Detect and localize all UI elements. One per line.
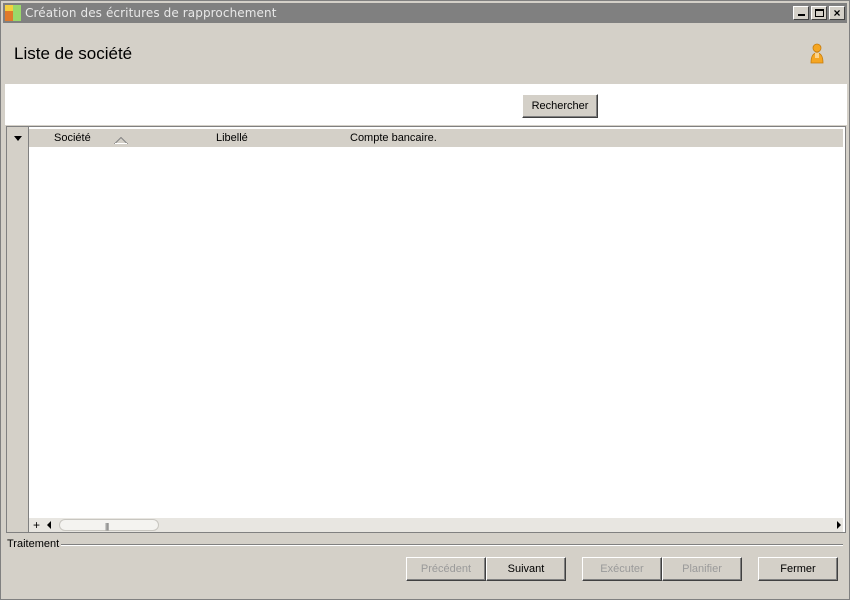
window-title: Création des écritures de rapprochement: [25, 6, 277, 20]
company-grid: Société Libellé Compte bancaire. + |||: [6, 126, 846, 533]
scroll-grip-icon: |||: [105, 522, 109, 531]
minimize-button[interactable]: [793, 6, 809, 20]
sort-ascending-icon: [114, 137, 128, 144]
search-panel: Rechercher: [5, 84, 847, 125]
maximize-button[interactable]: [811, 6, 827, 20]
section-divider: [61, 544, 843, 546]
title-bar[interactable]: Création des écritures de rapprochement …: [3, 3, 847, 23]
grid-column-header: Société Libellé Compte bancaire.: [29, 129, 843, 147]
page-header: Liste de société: [3, 23, 847, 83]
column-header-compte-bancaire[interactable]: Compte bancaire.: [350, 132, 437, 144]
column-header-libelle[interactable]: Libellé: [216, 132, 248, 144]
next-button[interactable]: Suivant: [486, 557, 566, 581]
column-menu-icon[interactable]: [14, 136, 22, 141]
scroll-left-icon[interactable]: [47, 521, 51, 529]
row-selector-column: [7, 127, 29, 532]
close-window-button[interactable]: ×: [829, 6, 845, 20]
scroll-right-icon[interactable]: [837, 521, 841, 529]
window-controls: ×: [793, 6, 845, 20]
minimize-icon: [798, 14, 805, 16]
close-icon: ×: [833, 6, 841, 20]
app-logo-icon: [5, 5, 21, 21]
horizontal-scrollbar[interactable]: + |||: [29, 518, 843, 532]
scroll-thumb[interactable]: |||: [59, 519, 159, 531]
traitement-section-label: Traitement: [7, 538, 62, 550]
schedule-button[interactable]: Planifier: [662, 557, 742, 581]
previous-button[interactable]: Précédent: [406, 557, 486, 581]
search-button[interactable]: Rechercher: [522, 94, 598, 118]
maximize-icon: [815, 9, 824, 17]
application-window: Création des écritures de rapprochement …: [0, 0, 850, 600]
execute-button[interactable]: Exécuter: [582, 557, 662, 581]
user-icon[interactable]: [809, 43, 825, 65]
page-title: Liste de société: [14, 44, 133, 63]
close-button[interactable]: Fermer: [758, 557, 838, 581]
add-row-icon[interactable]: +: [33, 518, 40, 532]
column-header-societe[interactable]: Société: [54, 132, 91, 144]
